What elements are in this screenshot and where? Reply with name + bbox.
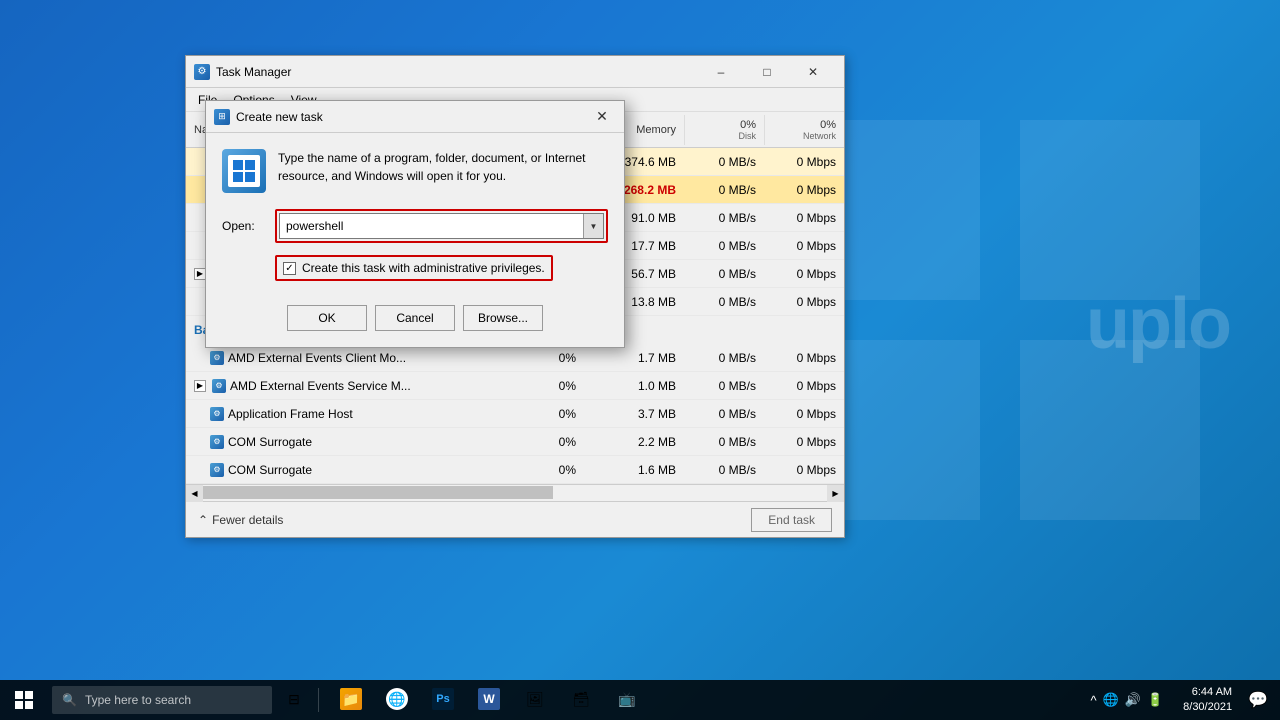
checkbox-label: Create this task with administrative pri… (302, 261, 545, 275)
process-icon: ⚙ (212, 379, 226, 393)
notification-button[interactable]: 💬 (1244, 690, 1272, 710)
windows-logo-icon (15, 691, 33, 709)
taskbar-search-box[interactable]: 🔍 Type here to search (52, 686, 272, 714)
expand-icon[interactable]: ▶ (194, 380, 206, 392)
process-icon: ⚙ (210, 435, 224, 449)
table-row[interactable]: ⚙ COM Surrogate 0% 2.2 MB 0 MB/s 0 Mbps (186, 428, 844, 456)
process-icon: ⚙ (210, 351, 224, 365)
input-area-highlighted: ▼ (275, 209, 608, 243)
create-task-dialog: ⊞ Create new task ✕ Typ (205, 100, 625, 348)
table-row[interactable]: ⚙ Application Frame Host 0% 3.7 MB 0 MB/… (186, 400, 844, 428)
maximize-button[interactable]: □ (744, 56, 790, 88)
fewer-details-label: Fewer details (212, 513, 283, 527)
chevron-up-icon: ⌃ (198, 513, 208, 527)
speaker-icon[interactable]: 🔊 (1125, 692, 1141, 708)
close-button[interactable]: ✕ (790, 56, 836, 88)
admin-checkbox[interactable]: ✓ (283, 262, 296, 275)
dialog-titlebar: ⊞ Create new task ✕ (206, 101, 624, 133)
col-network[interactable]: 0% Network (764, 115, 844, 145)
dialog-buttons: OK Cancel Browse... (222, 297, 608, 331)
open-label: Open: (222, 219, 267, 233)
task-manager-titlebar: ⚙ Task Manager – □ ✕ (186, 56, 844, 88)
media-icon: 📺 (616, 688, 638, 710)
process-icon: ⚙ (210, 463, 224, 477)
horizontal-scrollbar[interactable]: ◀ ▶ (186, 484, 844, 501)
task-view-icon: ⊟ (283, 688, 305, 710)
taskbar-app-word[interactable]: W (467, 680, 511, 720)
clock-time: 6:44 AM (1183, 685, 1232, 700)
checkbox-container: ✓ Create this task with administrative p… (275, 255, 553, 281)
scroll-track[interactable] (203, 485, 827, 501)
dropdown-button[interactable]: ▼ (583, 214, 603, 238)
process-icon: ⚙ (210, 407, 224, 421)
taskbar-apps: 📁 🌐 Ps W 🖼 🗃 📺 (329, 680, 649, 720)
input-inner: ▼ (279, 213, 604, 239)
taskbar-app-gallery[interactable]: 🗃 (559, 680, 603, 720)
dialog-content-area: Type the name of a program, folder, docu… (222, 149, 608, 193)
scroll-left-button[interactable]: ◀ (186, 485, 203, 502)
table-row[interactable]: ⚙ AMD External Events Client Mo... 0% 1.… (186, 344, 844, 372)
task-manager-bottombar: ⌃ Fewer details End task (186, 501, 844, 537)
desktop: uplo ⚙ Task Manager – □ ✕ File Options V… (0, 0, 1280, 720)
run-icon (233, 160, 255, 182)
end-task-button[interactable]: End task (751, 508, 832, 532)
dialog-app-icon (222, 149, 266, 193)
tray-chevron[interactable]: ^ (1090, 693, 1096, 708)
cancel-button[interactable]: Cancel (375, 305, 455, 331)
battery-icon: 🔋 (1147, 692, 1163, 708)
start-button[interactable] (0, 680, 48, 720)
table-row[interactable]: ⚙ COM Surrogate 0% 1.6 MB 0 MB/s 0 Mbps (186, 456, 844, 484)
open-input[interactable] (280, 216, 583, 236)
taskbar-app-photos[interactable]: 🖼 (513, 680, 557, 720)
scroll-thumb[interactable] (203, 486, 553, 499)
taskbar: 🔍 Type here to search ⊟ 📁 🌐 Ps W 🖼 (0, 680, 1280, 720)
minimize-button[interactable]: – (698, 56, 744, 88)
uplo-watermark: uplo (1086, 283, 1230, 365)
taskbar-right-area: ^ 🌐 🔊 🔋 6:44 AM 8/30/2021 💬 (1082, 680, 1280, 720)
network-icon: 🌐 (1103, 692, 1119, 708)
window-controls: – □ ✕ (698, 56, 836, 88)
taskbar-app-explorer[interactable]: 📁 (329, 680, 373, 720)
browse-button[interactable]: Browse... (463, 305, 543, 331)
search-icon: 🔍 (62, 693, 77, 707)
col-disk[interactable]: 0% Disk (684, 115, 764, 145)
dialog-close-button[interactable]: ✕ (588, 103, 616, 131)
gallery-icon: 🗃 (570, 688, 592, 710)
checkbox-highlight-area: ✓ Create this task with administrative p… (275, 255, 553, 281)
word-icon: W (478, 688, 500, 710)
photoshop-icon: Ps (432, 688, 454, 710)
scroll-right-button[interactable]: ▶ (827, 485, 844, 502)
clock-date: 8/30/2021 (1183, 700, 1232, 715)
open-row: Open: ▼ (222, 209, 608, 243)
dialog-body: Type the name of a program, folder, docu… (206, 133, 624, 347)
ok-button[interactable]: OK (287, 305, 367, 331)
taskbar-divider (318, 688, 319, 712)
taskbar-clock[interactable]: 6:44 AM 8/30/2021 (1175, 685, 1240, 716)
task-manager-icon: ⚙ (194, 64, 210, 80)
task-manager-title: Task Manager (216, 65, 698, 79)
taskbar-app-photoshop[interactable]: Ps (421, 680, 465, 720)
explorer-icon: 📁 (340, 688, 362, 710)
taskbar-app-chrome[interactable]: 🌐 (375, 680, 419, 720)
photos-icon: 🖼 (524, 688, 546, 710)
chrome-icon: 🌐 (386, 688, 408, 710)
system-tray: ^ 🌐 🔊 🔋 (1082, 692, 1171, 708)
search-placeholder: Type here to search (85, 693, 191, 707)
table-row[interactable]: ▶ ⚙ AMD External Events Service M... 0% … (186, 372, 844, 400)
taskbar-app-media[interactable]: 📺 (605, 680, 649, 720)
fewer-details-button[interactable]: ⌃ Fewer details (198, 513, 283, 527)
taskbar-task-view[interactable]: ⊟ (272, 680, 316, 720)
dialog-icon: ⊞ (214, 109, 230, 125)
dialog-title: Create new task (236, 110, 588, 124)
dialog-description: Type the name of a program, folder, docu… (278, 149, 608, 185)
